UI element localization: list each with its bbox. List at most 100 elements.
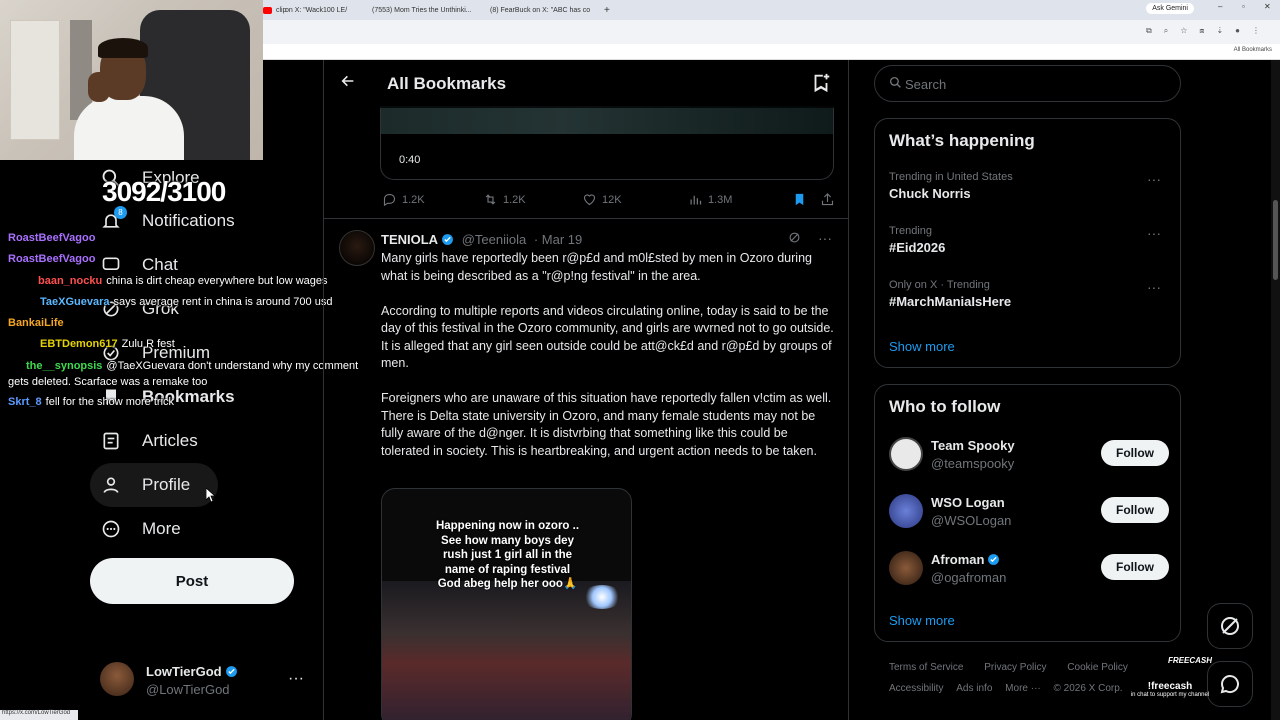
tweet-paragraph: Many girls have reportedly been r@p£d an… bbox=[381, 251, 812, 283]
footer-link[interactable]: Accessibility bbox=[889, 683, 943, 694]
extensions-puzzle-icon[interactable]: ⧈ bbox=[1199, 26, 1204, 36]
footer-links: Accessibility Ads info More ··· © 2026 X… bbox=[889, 683, 1123, 694]
star-icon[interactable]: ☆ bbox=[1180, 26, 1187, 36]
chat-message: BankaiLife bbox=[8, 317, 64, 329]
account-handle: @LowTierGod bbox=[146, 682, 230, 697]
trend-item[interactable]: Trending #Eid2026 ··· bbox=[889, 225, 1169, 255]
search-box[interactable] bbox=[874, 65, 1181, 102]
all-bookmarks-link[interactable]: All Bookmarks bbox=[1234, 47, 1272, 53]
post-button[interactable]: Post bbox=[90, 558, 294, 604]
tweet-divider bbox=[324, 218, 848, 219]
show-more-link[interactable]: Show more bbox=[889, 613, 955, 628]
minimize-icon[interactable]: – bbox=[1218, 2, 1222, 11]
search-input[interactable] bbox=[905, 75, 1165, 93]
chat-message: baan_nocku china is dirt cheap everywhere… bbox=[38, 275, 328, 287]
account-menu-icon[interactable]: ··· bbox=[288, 670, 304, 688]
chat-message: TaeXGuevara says average rent in china is… bbox=[40, 296, 333, 308]
bookmark-filled-icon bbox=[795, 193, 804, 206]
ask-gemini-button[interactable]: Ask Gemini bbox=[1146, 3, 1194, 14]
profile-avatar-icon[interactable]: ● bbox=[1235, 26, 1240, 36]
footer-link[interactable]: More ··· bbox=[1005, 683, 1041, 694]
verified-badge-icon bbox=[988, 554, 1000, 565]
tweet-author-name[interactable]: TENIOLA bbox=[381, 232, 438, 247]
maximize-icon[interactable]: ▫ bbox=[1242, 2, 1245, 11]
chat-message: RoastBeefVagoo bbox=[8, 232, 96, 244]
follow-suggestion[interactable]: Team Spooky @teamspooky Follow bbox=[889, 435, 1169, 475]
sub-goal-counter: 3092/3100 bbox=[102, 176, 226, 207]
tweet-more-icon[interactable]: ··· bbox=[818, 230, 832, 248]
tweet-paragraph: According to multiple reports and videos… bbox=[381, 303, 834, 371]
articles-icon bbox=[100, 430, 122, 452]
page-scrollbar[interactable] bbox=[1271, 60, 1280, 720]
follow-button[interactable]: Follow bbox=[1101, 497, 1169, 523]
views-icon bbox=[690, 195, 702, 205]
share-button[interactable] bbox=[820, 192, 835, 207]
follow-suggestion[interactable]: WSO Logan @WSOLogan Follow bbox=[889, 492, 1169, 532]
follow-button[interactable]: Follow bbox=[1101, 554, 1169, 580]
scrollbar-thumb[interactable] bbox=[1273, 200, 1278, 280]
browser-tab[interactable]: on X: "Wack100 LE/ × bbox=[285, 3, 357, 17]
toolbar-icons: ⧉ ⌕ ☆ ⧈ ⇣ ● ⋮ bbox=[1146, 26, 1260, 36]
follow-suggestion[interactable]: Afroman @ogafroman Follow bbox=[889, 549, 1169, 589]
avatar[interactable] bbox=[339, 230, 375, 266]
follow-button[interactable]: Follow bbox=[1101, 440, 1169, 466]
footer-link[interactable]: Terms of Service bbox=[889, 662, 963, 673]
trend-more-icon[interactable]: ··· bbox=[1147, 171, 1161, 187]
new-tab-button[interactable]: + bbox=[604, 3, 610, 17]
trend-more-icon[interactable]: ··· bbox=[1147, 279, 1161, 295]
bookmark-clear-icon[interactable] bbox=[810, 72, 832, 99]
footer-link[interactable]: Privacy Policy bbox=[984, 662, 1046, 673]
nav-label: More bbox=[142, 519, 181, 538]
grok-fab-button[interactable] bbox=[1207, 603, 1253, 649]
tweet-body: Many girls have reportedly been r@p£d an… bbox=[381, 250, 835, 478]
tweet-date[interactable]: · Mar 19 bbox=[534, 232, 582, 247]
views-button[interactable]: 1.3M bbox=[688, 192, 732, 207]
tweet-author-handle[interactable]: @Teeniiola bbox=[462, 232, 527, 247]
youtube-favicon-icon bbox=[263, 6, 272, 14]
video-thumbnail bbox=[381, 106, 833, 134]
browser-tab[interactable]: (8) FearBuck on X: "ABC has co × bbox=[486, 3, 598, 17]
back-arrow-icon[interactable] bbox=[340, 73, 356, 94]
streamer-body bbox=[74, 96, 184, 160]
follow-handle: @ogafroman bbox=[931, 570, 1007, 585]
close-window-icon[interactable]: ✕ bbox=[1264, 2, 1271, 11]
account-switcher[interactable]: LowTierGod @LowTierGod ··· bbox=[100, 660, 310, 704]
tweet-video[interactable]: Happening now in ozoro .. See how many b… bbox=[381, 488, 632, 720]
nav-more[interactable]: More bbox=[100, 511, 181, 547]
trend-more-icon[interactable]: ··· bbox=[1147, 225, 1161, 241]
footer-link[interactable]: Cookie Policy bbox=[1067, 662, 1128, 673]
trend-item[interactable]: Trending in United States Chuck Norris ·… bbox=[889, 171, 1169, 201]
reply-icon bbox=[383, 193, 396, 207]
nav-articles[interactable]: Articles bbox=[100, 423, 198, 459]
zoom-icon[interactable]: ⌕ bbox=[1164, 26, 1168, 36]
extension-icon[interactable]: ⧉ bbox=[1146, 26, 1152, 36]
show-more-link[interactable]: Show more bbox=[889, 339, 955, 354]
footer-links: Terms of Service Privacy Policy Cookie P… bbox=[889, 662, 1128, 673]
reply-button[interactable]: 1.2K bbox=[382, 192, 425, 207]
webcam-overlay bbox=[0, 0, 263, 160]
avatar bbox=[889, 494, 923, 528]
tab-label: (7553) Mom Tries the Unthinki... bbox=[372, 6, 472, 14]
freecash-brand: FREECASH bbox=[1167, 656, 1212, 665]
bookmarks-timeline: All Bookmarks 0:40 1.2K 1.2K 12K 1.3M TE… bbox=[323, 60, 849, 720]
grok-explain-icon[interactable] bbox=[787, 230, 802, 248]
verified-badge-icon bbox=[225, 666, 237, 677]
like-button[interactable]: 12K bbox=[582, 192, 622, 207]
chat-message: EBTDemon617 Zulu R fest bbox=[40, 338, 175, 350]
chat-message: RoastBeefVagoo bbox=[8, 253, 96, 265]
browser-menu-icon[interactable]: ⋮ bbox=[1252, 26, 1260, 36]
streamer-hair bbox=[98, 38, 148, 58]
retweet-button[interactable]: 1.2K bbox=[483, 192, 526, 207]
footer-link[interactable]: Ads info bbox=[956, 683, 992, 694]
downloads-icon[interactable]: ⇣ bbox=[1216, 26, 1223, 36]
tweet-tools: ··· bbox=[787, 230, 832, 248]
browser-tab[interactable]: (7553) Mom Tries the Unthinki... × bbox=[368, 3, 478, 17]
freecash-command: !freecash bbox=[1147, 681, 1193, 692]
previous-tweet-video[interactable]: 0:40 bbox=[380, 106, 834, 180]
trend-item[interactable]: Only on X · Trending #MarchManiaIsHere ·… bbox=[889, 279, 1169, 309]
bookmark-button[interactable] bbox=[792, 192, 807, 207]
follow-handle: @teamspooky bbox=[931, 456, 1015, 471]
heart-icon bbox=[583, 194, 596, 206]
tab-label: (8) FearBuck on X: "ABC has co bbox=[490, 6, 591, 14]
nav-profile[interactable]: Profile bbox=[100, 467, 190, 503]
